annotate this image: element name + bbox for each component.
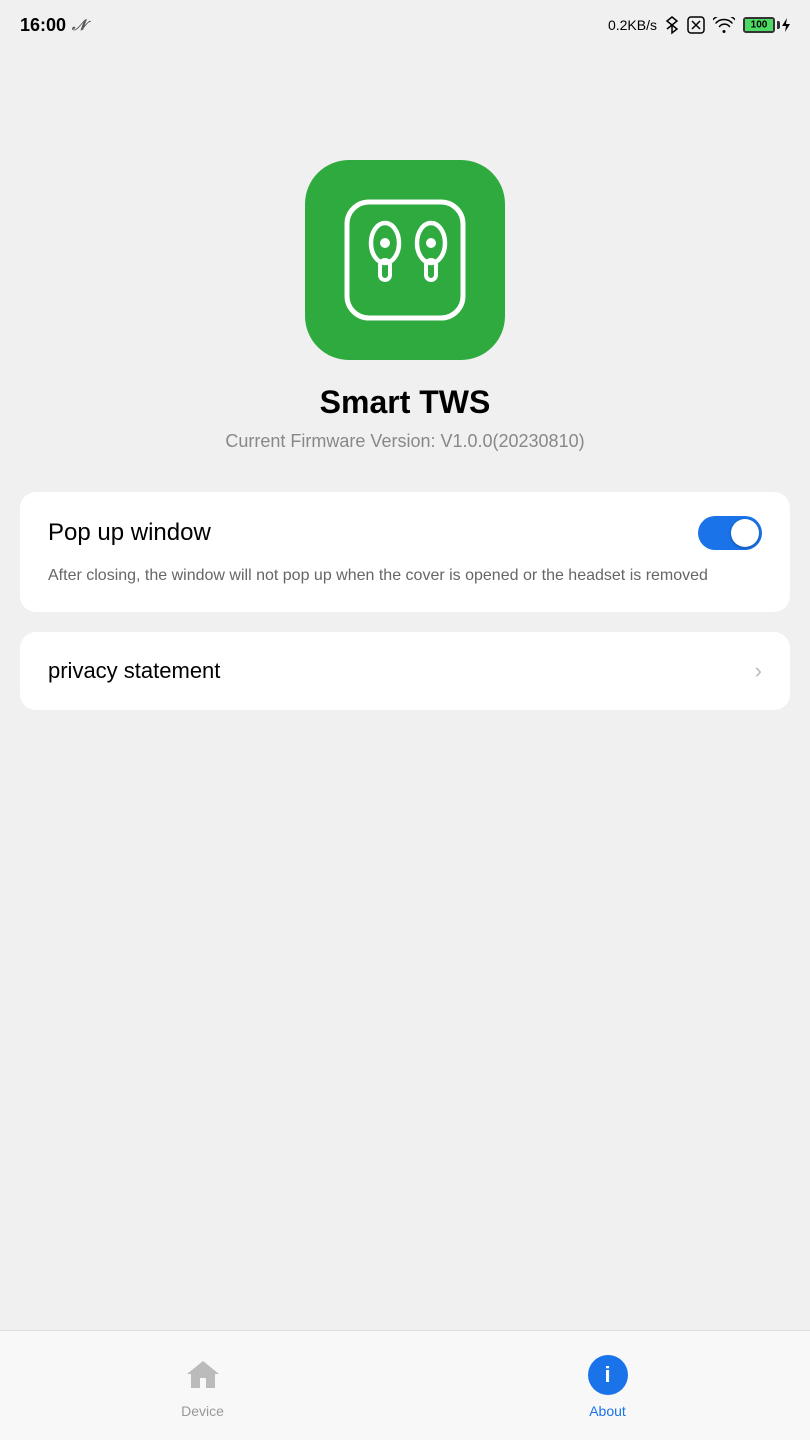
popup-window-description: After closing, the window will not pop u… [48, 564, 762, 588]
app-icon [305, 160, 505, 360]
chevron-right-icon: › [755, 658, 762, 684]
battery-level: 100 [751, 20, 768, 31]
nav-item-about[interactable]: i About [586, 1353, 630, 1419]
privacy-row[interactable]: privacy statement › [20, 632, 790, 710]
toggle-row: Pop up window [48, 516, 762, 550]
close-square-icon [687, 16, 705, 34]
battery-indicator: 100 [743, 17, 790, 33]
status-bar: 16:00 𝒩 0.2KB/s 100 [0, 0, 810, 50]
about-nav-icon: i [586, 1353, 630, 1397]
earbuds-icon [335, 190, 475, 330]
device-nav-label: Device [181, 1403, 224, 1419]
charging-icon [782, 18, 790, 32]
main-content: Smart TWS Current Firmware Version: V1.0… [0, 50, 810, 830]
toggle-knob [731, 519, 759, 547]
app-title: Smart TWS [320, 384, 491, 421]
status-time: 16:00 𝒩 [20, 15, 86, 36]
bottom-nav: Device i About [0, 1330, 810, 1440]
device-nav-icon [181, 1353, 225, 1397]
info-icon: i [588, 1355, 628, 1395]
time-display: 16:00 [20, 15, 66, 36]
wifi-icon [713, 17, 735, 33]
status-icons: 0.2KB/s 100 [608, 15, 790, 35]
popup-window-card: Pop up window After closing, the window … [20, 492, 790, 612]
network-icon: 𝒩 [72, 17, 86, 34]
nav-item-device[interactable]: Device [181, 1353, 225, 1419]
network-speed: 0.2KB/s [608, 17, 657, 33]
firmware-version: Current Firmware Version: V1.0.0(2023081… [225, 431, 584, 452]
bluetooth-icon [665, 15, 679, 35]
app-icon-wrapper [305, 160, 505, 360]
popup-window-label: Pop up window [48, 519, 211, 547]
home-icon [184, 1356, 222, 1394]
about-nav-label: About [589, 1403, 626, 1419]
popup-window-toggle[interactable] [698, 516, 762, 550]
privacy-label: privacy statement [48, 658, 220, 684]
privacy-card[interactable]: privacy statement › [20, 632, 790, 710]
